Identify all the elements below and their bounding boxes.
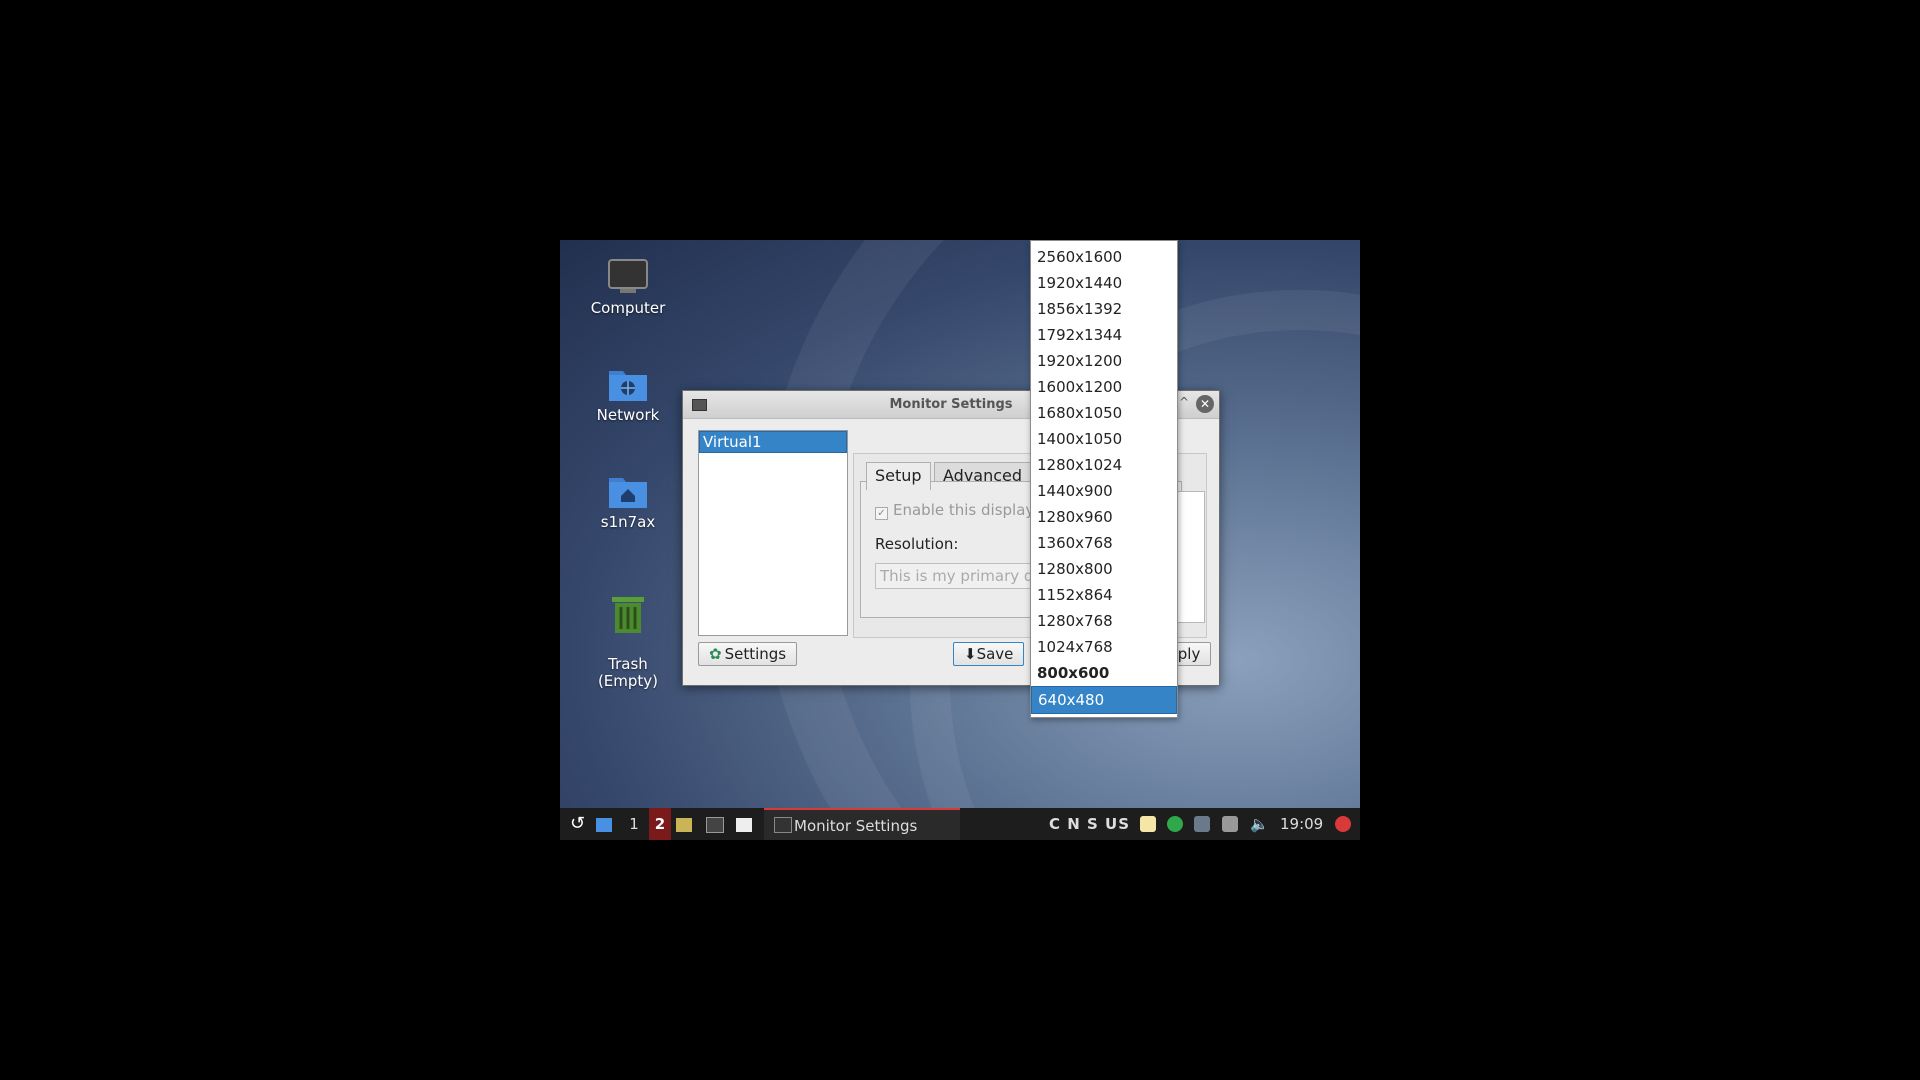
save-button-label: Save [976, 645, 1014, 663]
enable-display-checkbox[interactable]: ✓ Enable this display [875, 501, 1034, 520]
resolution-option[interactable]: 1680x1050 [1031, 400, 1177, 426]
output-item-virtual1[interactable]: Virtual1 [699, 431, 847, 453]
resolution-option[interactable]: 1920x1440 [1031, 270, 1177, 296]
power-icon[interactable] [1335, 816, 1351, 832]
resolution-option[interactable]: 1792x1344 [1031, 322, 1177, 348]
settings-button[interactable]: ✿ Settings [698, 642, 798, 666]
task-label: Monitor Settings [794, 817, 918, 835]
workspace-2[interactable]: 2 [649, 808, 671, 840]
resolution-option[interactable]: 2560x1600 [1031, 244, 1177, 270]
taskbar-task-monitor-settings[interactable]: Monitor Settings [764, 808, 960, 840]
resolution-dropdown[interactable]: 2560x1600 1920x1440 1856x1392 1792x1344 1920… [1030, 240, 1178, 718]
show-desktop-icon[interactable] [596, 808, 612, 840]
trash-icon [612, 597, 644, 633]
resolution-option[interactable]: 1280x1024 [1031, 452, 1177, 478]
close-icon[interactable]: ✕ [1196, 395, 1214, 413]
desktop-icon-label: s1n7ax [600, 513, 656, 531]
download-icon: ⬇ [964, 645, 977, 663]
desktop-icon-label: Computer [590, 299, 666, 317]
resolution-option[interactable]: 1280x800 [1031, 556, 1177, 582]
desktop-icon-home[interactable]: s1n7ax [558, 472, 698, 531]
home-folder-icon [609, 478, 647, 508]
resolution-option[interactable]: 1600x1200 [1031, 374, 1177, 400]
resolution-label: Resolution: [875, 535, 959, 553]
battery-icon[interactable] [1222, 816, 1238, 832]
resolution-option[interactable]: 1440x900 [1031, 478, 1177, 504]
minimize-icon[interactable]: ^ [1179, 395, 1189, 409]
save-button[interactable]: ⬇Save [953, 642, 1025, 666]
network-folder-icon [609, 371, 647, 401]
desktop-icon-trash[interactable]: Trash (Empty) [558, 578, 698, 690]
resolution-option[interactable]: 1360x768 [1031, 530, 1177, 556]
terminal-icon[interactable] [706, 808, 724, 840]
start-menu-icon[interactable]: ↺ [570, 808, 585, 840]
resolution-option[interactable]: 1856x1392 [1031, 296, 1177, 322]
workspace-1[interactable]: 1 [623, 808, 645, 840]
keyboard-indicator[interactable]: C N S US [1049, 808, 1130, 840]
file-manager-icon[interactable] [676, 808, 692, 840]
tab-setup[interactable]: Setup [866, 462, 931, 490]
clock[interactable]: 19:09 [1280, 808, 1323, 840]
network-status-icon[interactable] [1167, 816, 1183, 832]
task-monitor-icon [774, 808, 792, 840]
resolution-option[interactable]: 1152x864 [1031, 582, 1177, 608]
editor-icon[interactable] [736, 808, 752, 840]
resolution-option[interactable]: 1024x768 [1031, 634, 1177, 660]
gear-icon: ✿ [709, 645, 722, 663]
resolution-option[interactable]: 1280x768 [1031, 608, 1177, 634]
taskbar: ↺ 1 2 Monitor Settings C N S US 🔈 19:09 [560, 808, 1360, 840]
notification-icon[interactable] [1194, 816, 1210, 832]
clipboard-icon[interactable] [1140, 816, 1156, 832]
resolution-option[interactable]: 1920x1200 [1031, 348, 1177, 374]
desktop-icon-computer[interactable]: Computer [558, 258, 698, 317]
output-list[interactable]: Virtual1 [698, 430, 848, 636]
resolution-option[interactable]: 800x600 [1031, 660, 1177, 686]
settings-button-label: Settings [724, 645, 787, 663]
desktop-icon-label: Network [596, 406, 660, 424]
volume-icon[interactable]: 🔈 [1250, 808, 1269, 840]
resolution-option[interactable]: 640x480 [1031, 686, 1177, 714]
desktop-icon-label: Trash (Empty) [597, 655, 659, 690]
desktop-icon-network[interactable]: Network [558, 365, 698, 424]
computer-icon [608, 259, 648, 293]
resolution-option[interactable]: 1400x1050 [1031, 426, 1177, 452]
enable-display-label: Enable this display [893, 501, 1035, 519]
checkbox-check-icon: ✓ [875, 507, 888, 520]
resolution-option[interactable]: 1280x960 [1031, 504, 1177, 530]
